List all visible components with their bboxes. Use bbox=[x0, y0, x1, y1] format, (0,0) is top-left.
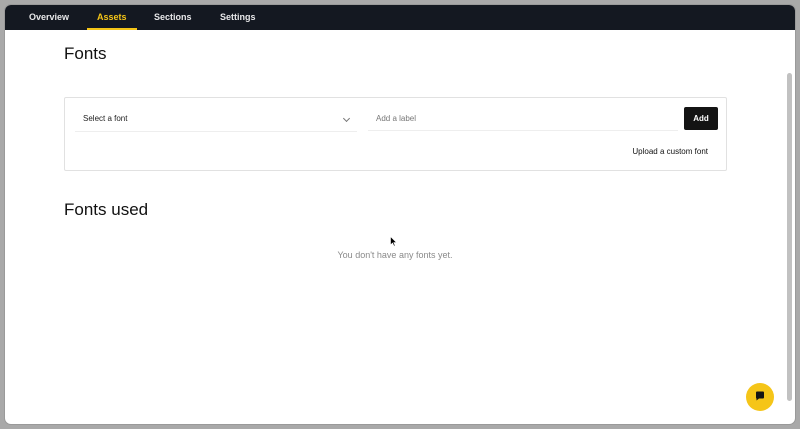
chat-bubble-icon bbox=[756, 391, 764, 401]
tab-settings[interactable]: Settings bbox=[210, 5, 266, 30]
chevron-down-icon bbox=[342, 114, 351, 123]
top-navigation: Overview Assets Sections Settings bbox=[5, 5, 795, 30]
font-select[interactable]: Select a font bbox=[75, 107, 357, 132]
tab-assets[interactable]: Assets bbox=[87, 5, 137, 30]
scrollbar-thumb[interactable] bbox=[787, 73, 792, 401]
add-font-card: Select a font Add Upload a custom font bbox=[64, 97, 727, 171]
page-title: Fonts bbox=[64, 44, 107, 63]
upload-custom-font-link[interactable]: Upload a custom font bbox=[632, 147, 708, 156]
add-button[interactable]: Add bbox=[684, 107, 718, 130]
scrollbar[interactable] bbox=[785, 30, 795, 424]
font-select-value: Select a font bbox=[83, 114, 128, 123]
chat-button[interactable] bbox=[746, 383, 774, 411]
fonts-used-title: Fonts used bbox=[64, 200, 149, 219]
tab-overview[interactable]: Overview bbox=[19, 5, 79, 30]
label-input[interactable] bbox=[368, 107, 678, 131]
empty-state-text: You don't have any fonts yet. bbox=[337, 250, 453, 260]
app-window: Overview Assets Sections Settings Fonts … bbox=[5, 5, 795, 424]
mouse-pointer-icon bbox=[390, 236, 397, 247]
tab-sections[interactable]: Sections bbox=[144, 5, 202, 30]
